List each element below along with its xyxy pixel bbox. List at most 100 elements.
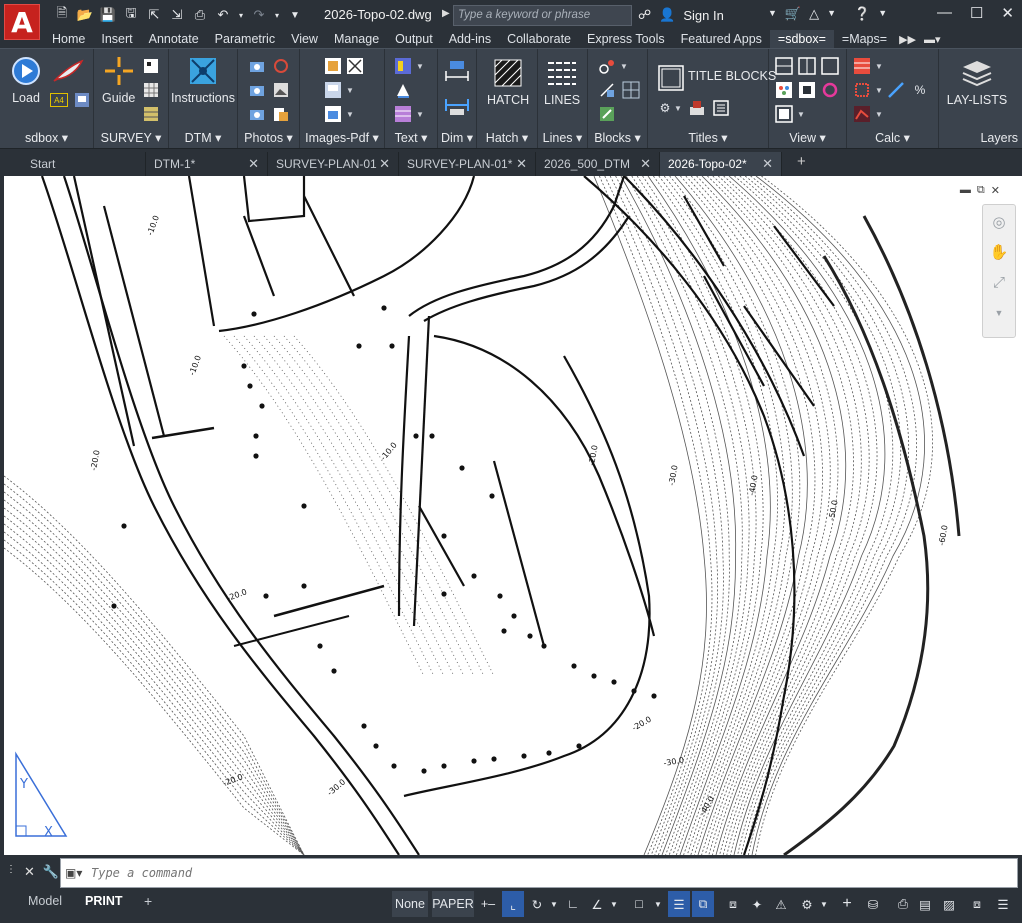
group-title-lines[interactable]: Lines ▾	[538, 130, 587, 145]
title-settings-dropdown-icon[interactable]: ▼	[674, 104, 682, 113]
feather-icon[interactable]	[52, 59, 84, 83]
zoom-extents-icon[interactable]: ⤢	[987, 271, 1011, 295]
maximize-icon[interactable]: ☐	[970, 4, 983, 22]
search-input[interactable]: Type a keyword or phrase	[453, 5, 632, 26]
text-style-dropdown-icon[interactable]: ▼	[416, 62, 424, 71]
undo-dropdown-icon[interactable]: ▾	[236, 5, 246, 25]
save-as-icon[interactable]: 🖫	[121, 5, 141, 25]
export-icon[interactable]: ⇱	[144, 5, 164, 25]
dynamic-ucs-dropdown-icon[interactable]: ▼	[652, 891, 664, 917]
group-title-layers[interactable]: Layers	[939, 131, 1022, 145]
group-title-dtm[interactable]: DTM ▾	[169, 130, 237, 145]
polar-tracking-icon[interactable]: ∟	[562, 891, 584, 917]
group-title-view[interactable]: View ▾	[769, 130, 846, 145]
calc-area-icon[interactable]	[853, 81, 871, 99]
page-setup-icon[interactable]	[73, 91, 91, 109]
close-command-line-icon[interactable]: ✕	[24, 864, 35, 880]
exchange-dropdown-icon[interactable]: ▼	[827, 8, 836, 22]
sign-in-dropdown-icon[interactable]: ▼	[768, 8, 777, 22]
customize-status-bar-icon[interactable]: ☰	[992, 891, 1014, 917]
workspace-gear-icon[interactable]: ⚙	[796, 891, 818, 917]
title-block-icon[interactable]	[658, 65, 684, 91]
search-expand-icon[interactable]: ▶	[442, 8, 450, 19]
group-title-sdbox[interactable]: sdbox ▾	[0, 130, 93, 145]
workspace-dropdown-icon[interactable]: ▼	[818, 891, 830, 917]
close-icon[interactable]: ✕	[1001, 4, 1014, 22]
autodesk-a360-icon[interactable]: △	[809, 6, 819, 22]
isolate-objects-icon[interactable]: ⛁	[862, 891, 884, 917]
block-attribute-icon[interactable]	[598, 81, 616, 99]
close-tab-icon[interactable]: ✕	[640, 156, 651, 172]
block-grid-icon[interactable]	[622, 81, 640, 99]
image-frame-dropdown-icon[interactable]: ▼	[346, 86, 354, 95]
group-title-titles[interactable]: Titles ▾	[648, 130, 768, 145]
ribbon-tab-add-ins[interactable]: Add-ins	[441, 30, 499, 48]
lay-lists-button[interactable]: LAY-LISTS	[947, 57, 1007, 107]
add-layout-button[interactable]: +	[132, 891, 164, 911]
customize-qat-icon[interactable]: ▼	[285, 5, 305, 25]
plot-icon[interactable]: ⎙	[892, 891, 914, 917]
dynamic-ucs-icon[interactable]: □	[628, 891, 650, 917]
ribbon-tab-collaborate[interactable]: Collaborate	[499, 30, 579, 48]
view-window-icon[interactable]	[775, 105, 793, 123]
close-tab-icon[interactable]: ✕	[379, 156, 390, 172]
group-title-photos[interactable]: Photos ▾	[238, 130, 299, 145]
cart-icon[interactable]: 🛒	[785, 6, 801, 22]
text-style-icon[interactable]	[394, 57, 412, 75]
ribbon-tab-home[interactable]: Home	[44, 30, 93, 48]
file-tab-dtm-1[interactable]: DTM-1* ✕	[146, 152, 268, 176]
group-title-survey[interactable]: SURVEY ▾	[94, 130, 168, 145]
isometric-drafting-icon[interactable]: ↻	[526, 891, 548, 917]
ribbon-tab-featured-apps[interactable]: Featured Apps	[673, 30, 770, 48]
calc-graph-icon[interactable]	[853, 105, 871, 123]
annotation-visibility-icon[interactable]: ✦	[746, 891, 768, 917]
viewport-full-icon[interactable]	[821, 57, 839, 75]
group-title-text[interactable]: Text ▾	[385, 130, 437, 145]
minimize-icon[interactable]: —	[937, 4, 952, 22]
file-tab-survey-plan-01[interactable]: SURVEY-PLAN-01 ✕	[268, 152, 399, 176]
group-title-calc[interactable]: Calc ▾	[847, 130, 938, 145]
ribbon-tab-parametric[interactable]: Parametric	[207, 30, 283, 48]
steering-wheel-icon[interactable]: ◎	[987, 211, 1011, 235]
title-blocks-button[interactable]: TITLE BLOCKS	[688, 69, 776, 83]
text-grid-dropdown-icon[interactable]: ▼	[416, 110, 424, 119]
command-input[interactable]	[91, 866, 971, 880]
selection-cycling-icon[interactable]: ⧈	[722, 891, 744, 917]
print-preview-icon[interactable]: ▤	[914, 891, 936, 917]
image-frame-icon[interactable]	[324, 81, 342, 99]
text-edit-icon[interactable]	[394, 81, 412, 99]
image-clip-icon[interactable]	[346, 57, 364, 75]
file-tab-2026-topo-02[interactable]: 2026-Topo-02* ✕	[660, 152, 782, 176]
application-menu-button[interactable]: A	[0, 0, 44, 44]
calc-area-dropdown-icon[interactable]: ▼	[875, 86, 883, 95]
dim-aligned-icon[interactable]	[444, 95, 470, 117]
redo-dropdown-icon[interactable]: ▾	[272, 5, 282, 25]
snap-mode-icon[interactable]: ⌞	[502, 891, 524, 917]
layout-tab-model[interactable]: Model	[16, 891, 74, 911]
help-dropdown-icon[interactable]: ▼	[878, 8, 887, 22]
undo-icon[interactable]: ↶	[213, 5, 233, 25]
viewport-minimize-icon[interactable]: ▬	[960, 184, 971, 197]
group-title-blocks[interactable]: Blocks ▾	[588, 130, 647, 145]
camera-icon[interactable]	[248, 57, 266, 75]
open-file-icon[interactable]: 📂	[75, 5, 95, 25]
pan-hand-icon[interactable]: ✋	[987, 241, 1011, 265]
paper-space-button[interactable]: PAPER	[432, 891, 474, 917]
object-snap-none-button[interactable]: None	[392, 891, 428, 917]
layout-tab-print[interactable]: PRINT	[73, 891, 135, 911]
ribbon-tab-annotate[interactable]: Annotate	[141, 30, 207, 48]
recent-commands-icon[interactable]: ▣▾	[61, 866, 91, 880]
transparency-icon[interactable]: ⧉	[692, 891, 714, 917]
title-sheet-icon[interactable]	[712, 99, 730, 117]
photo-marker-icon[interactable]	[272, 57, 290, 75]
block-edit-icon[interactable]	[598, 105, 616, 123]
view-frame-icon[interactable]	[798, 81, 816, 99]
new-tab-button[interactable]: +	[797, 153, 806, 170]
ribbon-tab-manage[interactable]: Manage	[326, 30, 387, 48]
file-tab-2026-500-dtm[interactable]: 2026_500_DTM ✕	[536, 152, 660, 176]
layer-table-icon[interactable]	[142, 105, 160, 123]
annotation-scale-icon[interactable]: ⚠	[770, 891, 792, 917]
help-icon[interactable]: ❔	[854, 6, 870, 22]
close-tab-icon[interactable]: ✕	[248, 156, 259, 172]
calc-table-icon[interactable]	[853, 57, 871, 75]
